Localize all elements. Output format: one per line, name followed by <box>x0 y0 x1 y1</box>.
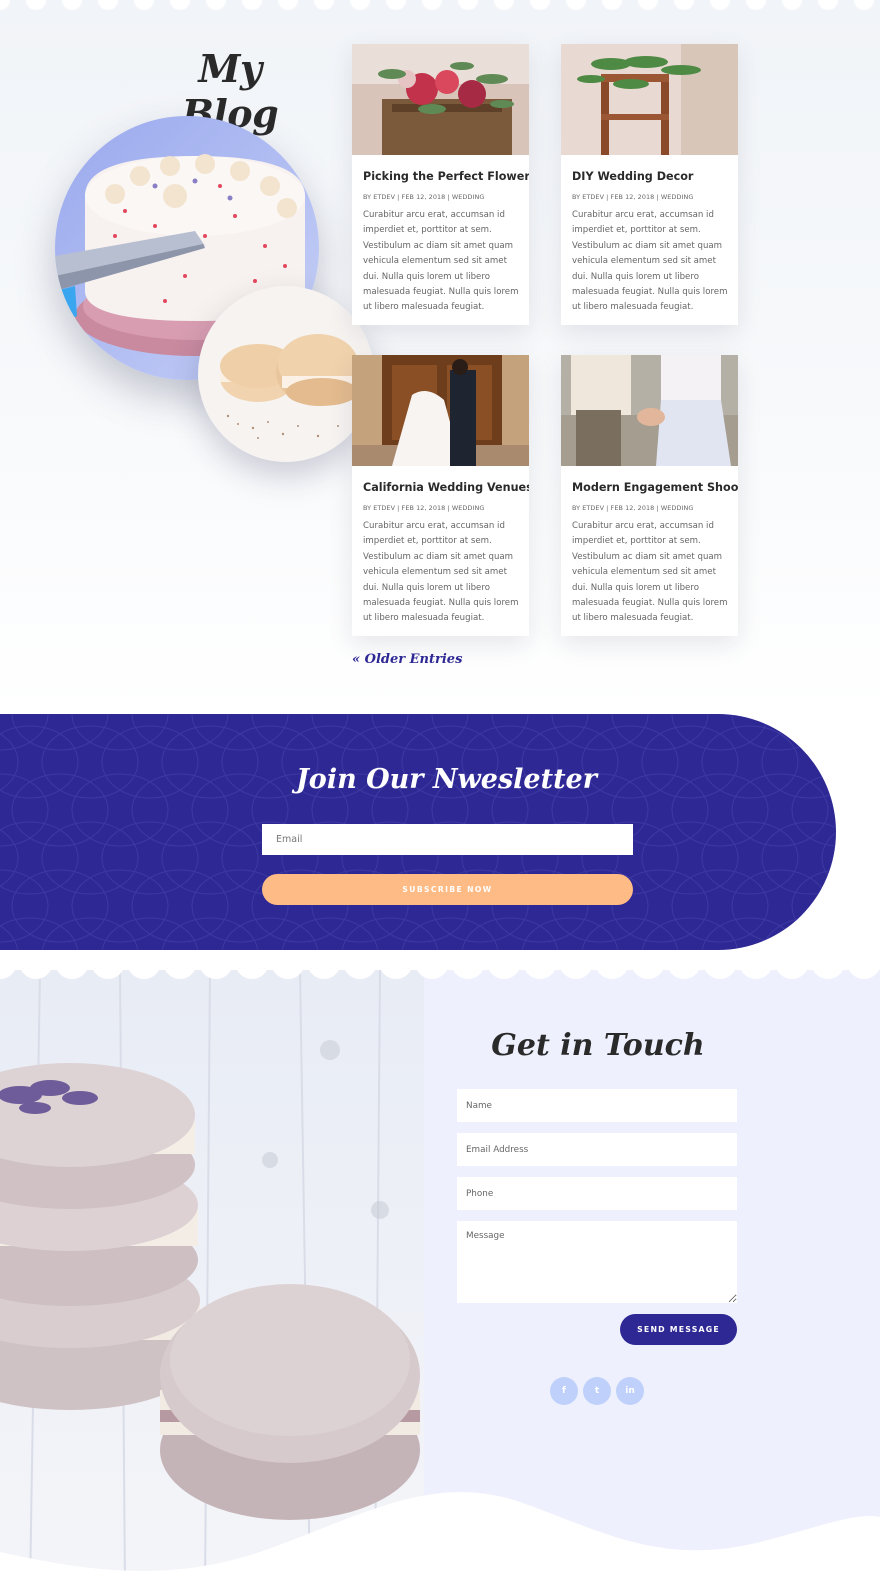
card-meta: BY ETDEV | FEB 12, 2018 | WEDDING <box>363 193 485 201</box>
subscribe-button[interactable]: SUBSCRIBE NOW <box>262 874 633 905</box>
card-title[interactable]: Picking the Perfect Flowers <box>363 170 529 183</box>
scallop-divider-middle <box>0 950 880 979</box>
macaron-photo-small <box>198 286 374 462</box>
wave-divider-bottom <box>0 1492 880 1589</box>
linkedin-icon[interactable]: in <box>616 1377 644 1405</box>
blog-card[interactable]: California Wedding Venues BY ETDEV | FEB… <box>352 355 529 636</box>
blog-card[interactable]: Modern Engagement Shoots BY ETDEV | FEB … <box>561 355 738 636</box>
blog-card[interactable]: DIY Wedding Decor BY ETDEV | FEB 12, 201… <box>561 44 738 325</box>
card-title[interactable]: California Wedding Venues <box>363 481 529 494</box>
card-image-venues[interactable] <box>352 355 529 466</box>
older-entries-link[interactable]: « Older Entries <box>352 652 462 667</box>
twitter-icon[interactable]: t <box>583 1377 611 1405</box>
newsletter-title: Join Our Nwesletter <box>296 764 597 795</box>
card-excerpt: Curabitur arcu erat, accumsan id imperdi… <box>363 521 519 624</box>
newsletter-email-input[interactable] <box>262 824 633 855</box>
card-image-decor[interactable] <box>561 44 738 155</box>
scallop-divider-top <box>0 0 874 10</box>
card-excerpt: Curabitur arcu erat, accumsan id imperdi… <box>572 521 728 624</box>
facebook-icon[interactable]: f <box>550 1377 578 1405</box>
newsletter-section: Join Our Nwesletter SUBSCRIBE NOW <box>0 714 836 950</box>
card-image-engagement[interactable] <box>561 355 738 466</box>
contact-title: Get in Touch <box>491 1028 705 1063</box>
name-input[interactable] <box>457 1089 737 1122</box>
contact-section: Get in Touch SEND MESSAGE f t in <box>0 950 880 1589</box>
blog-section: My Blog Picking the Perfect Flowers BY E… <box>0 0 880 714</box>
phone-input[interactable] <box>457 1177 737 1210</box>
card-meta: BY ETDEV | FEB 12, 2018 | WEDDING <box>572 193 694 201</box>
email-input[interactable] <box>457 1133 737 1166</box>
card-image-flowers[interactable] <box>352 44 529 155</box>
card-meta: BY ETDEV | FEB 12, 2018 | WEDDING <box>363 504 485 512</box>
card-title[interactable]: Modern Engagement Shoots <box>572 481 738 494</box>
message-textarea[interactable] <box>457 1221 737 1303</box>
card-meta: BY ETDEV | FEB 12, 2018 | WEDDING <box>572 504 694 512</box>
card-excerpt: Curabitur arcu erat, accumsan id imperdi… <box>572 210 728 313</box>
blog-card[interactable]: Picking the Perfect Flowers BY ETDEV | F… <box>352 44 529 325</box>
send-message-button[interactable]: SEND MESSAGE <box>620 1314 737 1345</box>
card-excerpt: Curabitur arcu erat, accumsan id imperdi… <box>363 210 519 313</box>
card-title[interactable]: DIY Wedding Decor <box>572 170 732 183</box>
